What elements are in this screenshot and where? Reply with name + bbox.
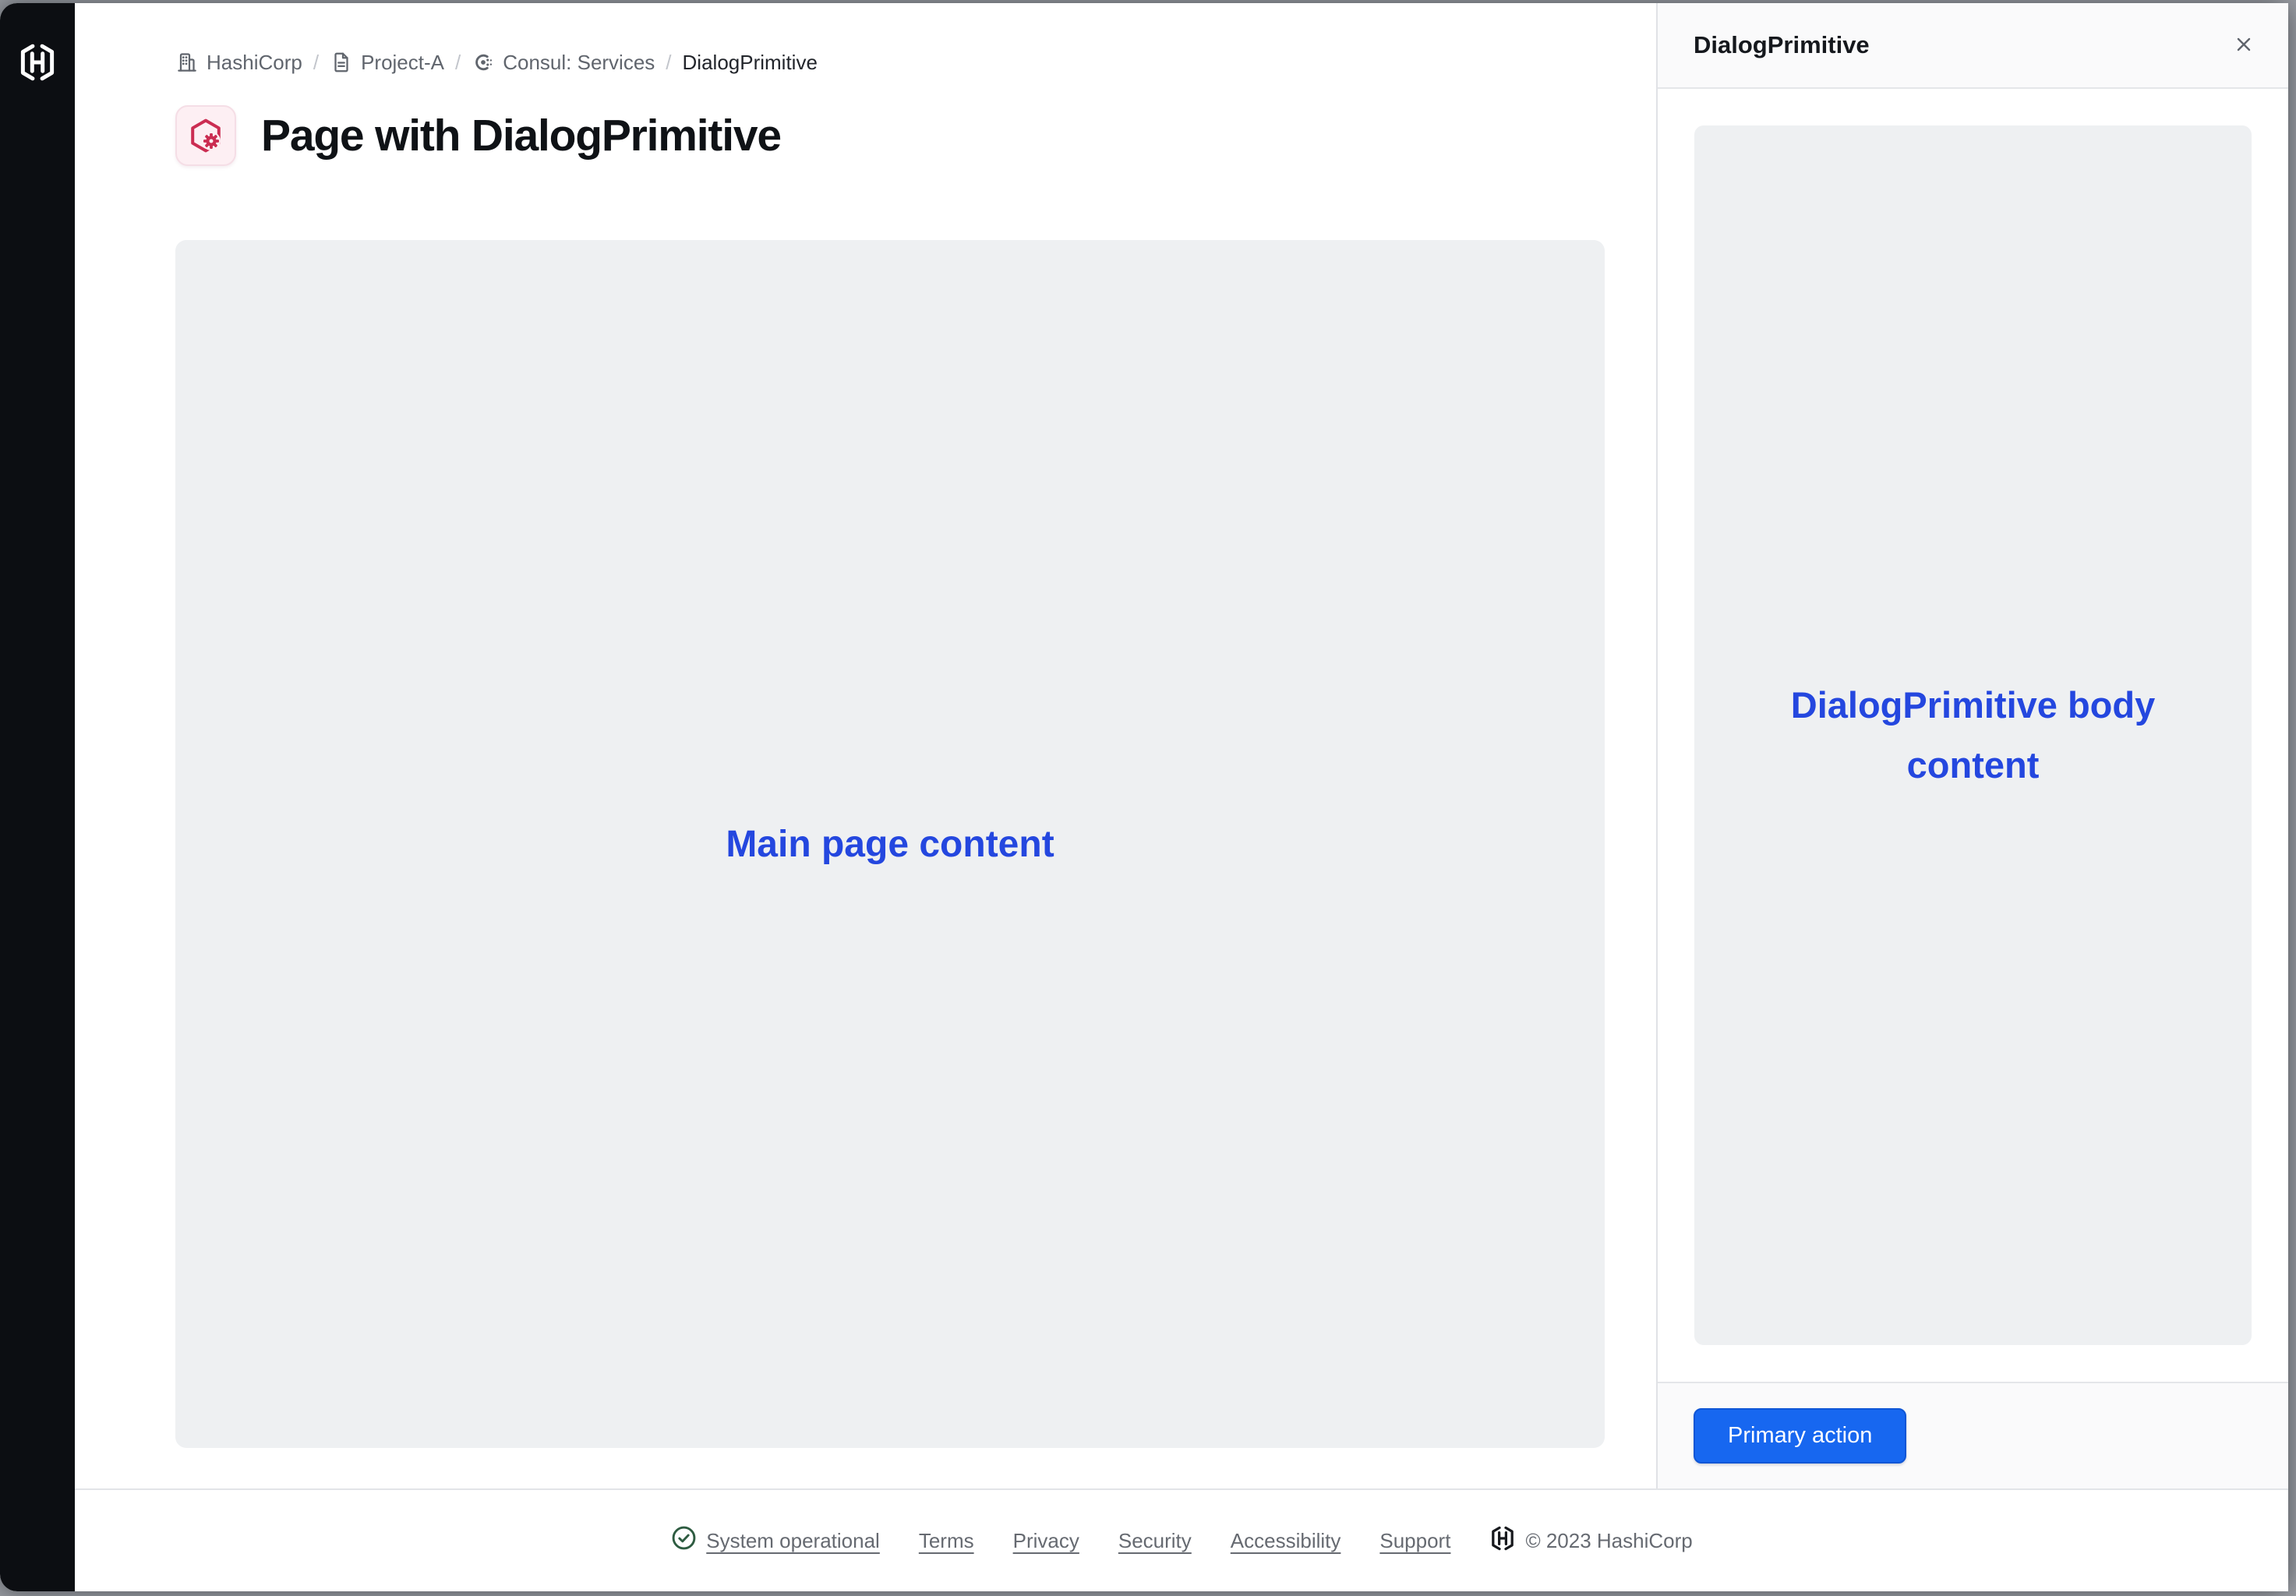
- main-area: HashiCorp / Project-A /: [75, 3, 1656, 1488]
- status-link[interactable]: System operational: [706, 1529, 880, 1553]
- system-status: System operational: [670, 1524, 880, 1557]
- page-title: Page with DialogPrimitive: [261, 110, 781, 161]
- breadcrumb-item-hashicorp[interactable]: HashiCorp: [175, 51, 302, 75]
- breadcrumb-item-current: DialogPrimitive: [683, 51, 818, 75]
- breadcrumb-label: HashiCorp: [207, 51, 302, 75]
- main-placeholder-text: Main page content: [726, 823, 1054, 866]
- breadcrumb-label: DialogPrimitive: [683, 51, 818, 75]
- breadcrumb-separator: /: [666, 51, 671, 75]
- copyright-text: © 2023 HashiCorp: [1525, 1529, 1692, 1553]
- page-header: Page with DialogPrimitive: [175, 105, 781, 166]
- primary-action-button[interactable]: Primary action: [1694, 1408, 1906, 1464]
- footer-link-terms[interactable]: Terms: [919, 1529, 974, 1553]
- check-circle-icon: [670, 1524, 698, 1557]
- footer-link-support[interactable]: Support: [1379, 1529, 1450, 1553]
- main-content-placeholder: Main page content: [175, 240, 1605, 1448]
- sidebar-rail: [0, 3, 75, 1591]
- hashicorp-logo-small: [1489, 1525, 1516, 1557]
- breadcrumb: HashiCorp / Project-A /: [175, 47, 818, 78]
- consul-icon: [472, 51, 495, 74]
- file-text-icon: [330, 51, 353, 74]
- dialog-title: DialogPrimitive: [1694, 31, 1870, 59]
- dialog-placeholder-text: DialogPrimitive body content: [1790, 676, 2156, 794]
- footer-brand: © 2023 HashiCorp: [1489, 1525, 1692, 1557]
- hexagon-gear-icon: [175, 105, 236, 166]
- hashicorp-logo[interactable]: [17, 41, 58, 84]
- dialog-header: DialogPrimitive: [1658, 3, 2288, 89]
- x-icon: [2233, 34, 2255, 58]
- breadcrumb-item-project-a[interactable]: Project-A: [330, 51, 444, 75]
- dialog-primitive-panel: DialogPrimitive DialogPrimitive body con…: [1656, 3, 2288, 1488]
- breadcrumb-separator: /: [455, 51, 461, 75]
- app-footer: System operational Terms Privacy Securit…: [75, 1488, 2288, 1591]
- dialog-body-placeholder: DialogPrimitive body content: [1694, 125, 2252, 1345]
- footer-link-accessibility[interactable]: Accessibility: [1231, 1529, 1341, 1553]
- breadcrumb-separator: /: [313, 51, 319, 75]
- dialog-footer: Primary action: [1658, 1382, 2288, 1488]
- org-building-icon: [175, 51, 199, 74]
- dialog-close-button[interactable]: [2226, 27, 2262, 63]
- breadcrumb-item-consul-services[interactable]: Consul: Services: [472, 51, 655, 75]
- app-frame: HashiCorp / Project-A /: [0, 3, 2288, 1591]
- breadcrumb-label: Consul: Services: [503, 51, 655, 75]
- breadcrumb-label: Project-A: [361, 51, 444, 75]
- footer-link-privacy[interactable]: Privacy: [1013, 1529, 1079, 1553]
- dialog-body: DialogPrimitive body content: [1658, 89, 2288, 1382]
- footer-link-security[interactable]: Security: [1118, 1529, 1192, 1553]
